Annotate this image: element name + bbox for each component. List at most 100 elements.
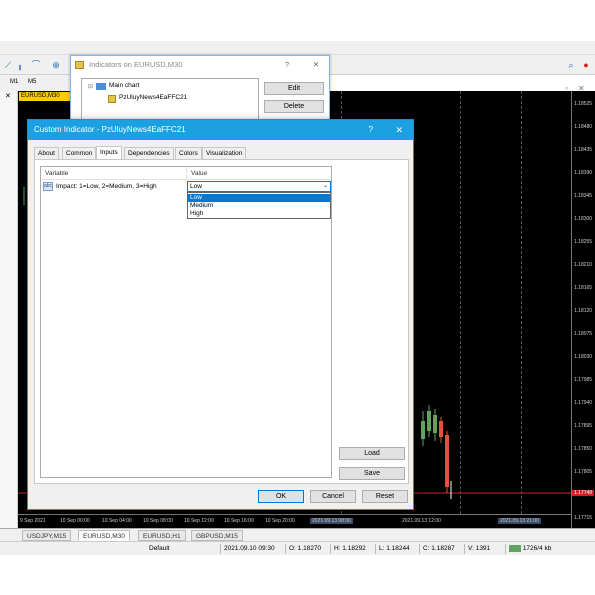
save-button[interactable]: Save xyxy=(339,467,405,480)
option-high[interactable]: High xyxy=(188,210,330,218)
indicators-icon xyxy=(75,61,84,69)
bar-chart-icon[interactable]: ╻ xyxy=(14,59,26,71)
timeframe-m5[interactable]: M5 xyxy=(28,79,36,85)
tab-visualization[interactable]: Visualization xyxy=(202,147,247,159)
chart-tabs: USDJPY,M15 EURUSD,M30 EURUSD,H1 GBPUSD,M… xyxy=(0,528,595,541)
status-high: H: 1.18292 xyxy=(330,544,366,554)
price-tick-label: 1.17940 xyxy=(574,400,593,406)
status-close: C: 1.18287 xyxy=(419,544,455,554)
grid-header: Variable Value xyxy=(41,167,331,180)
time-tick-label: 2021.09.13 21:00 xyxy=(498,518,541,524)
chart-icon[interactable]: ⟋ xyxy=(2,59,14,71)
tree-main-chart[interactable]: Main chart xyxy=(109,82,139,89)
reset-button[interactable]: Reset xyxy=(362,490,408,503)
status-open: O: 1.18270 xyxy=(285,544,321,554)
price-tick-label: 1.18075 xyxy=(574,331,593,337)
price-axis: 1.18525 1.18480 1.18435 1.18390 1.18345 1.183… xyxy=(571,91,595,528)
custom-indicator-title: Custom Indicator - PzUluyNews4EaFFC21 xyxy=(34,125,186,134)
column-value: Value xyxy=(191,170,208,177)
cancel-button[interactable]: Cancel xyxy=(310,490,356,503)
variable-name: Impact: 1=Low, 2=Medium, 3=High xyxy=(56,183,157,190)
inputs-grid: Variable Value abc Impact: 1=Low, 2=Medi… xyxy=(40,166,332,478)
timeframe-m1[interactable]: M1 xyxy=(10,79,18,85)
tab-dependencies[interactable]: Dependencies xyxy=(124,147,174,159)
price-tick-label: 1.18435 xyxy=(574,147,593,153)
main-chart-icon xyxy=(96,83,106,90)
tab-inputs[interactable]: Inputs xyxy=(96,146,122,159)
candle-body xyxy=(445,435,449,487)
inputs-panel: Variable Value abc Impact: 1=Low, 2=Medi… xyxy=(34,159,409,484)
tab-gbpusd-m15[interactable]: GBPUSD,M15 xyxy=(191,530,243,541)
zoom-icon[interactable]: ⊕ xyxy=(50,59,62,71)
time-tick-label: 10 Sep 12:00 xyxy=(184,518,214,524)
status-bar: Default 2021.09.10 09:30 O: 1.18270 H: 1… xyxy=(0,541,595,555)
price-tick-label: 1.17850 xyxy=(574,446,593,452)
price-tick-label: 1.17805 xyxy=(574,469,593,475)
price-tick-label: 1.17895 xyxy=(574,423,593,429)
time-tick-label: 10 Sep 00:00 xyxy=(60,518,90,524)
help-icon[interactable]: ? xyxy=(369,120,373,140)
price-tick-label: 1.18030 xyxy=(574,354,593,360)
price-tick-label: 1.18525 xyxy=(574,101,593,107)
time-tick-label: 10 Sep 16:00 xyxy=(224,518,254,524)
navigator-close-icon[interactable]: ✕ xyxy=(5,92,11,100)
indicators-title: Indicators on EURUSD,M30 xyxy=(89,60,183,69)
custom-indicator-dialog: Custom Indicator - PzUluyNews4EaFFC21 ? … xyxy=(27,119,414,510)
current-price-label: 1.17748 xyxy=(572,490,595,496)
time-tick-label: 10 Sep 08:00 xyxy=(143,518,173,524)
tab-common[interactable]: Common xyxy=(62,147,97,159)
price-tick-label: 1.18345 xyxy=(574,193,593,199)
tab-colors[interactable]: Colors xyxy=(175,147,202,159)
candle-group-bearish xyxy=(439,417,452,499)
tab-eurusd-h1[interactable]: EURUSD,H1 xyxy=(138,530,186,541)
option-low[interactable]: Low xyxy=(188,194,330,202)
line-chart-icon[interactable]: ⌒ xyxy=(30,59,42,71)
indicators-title-bar: Indicators on EURUSD,M30 ? ✕ xyxy=(71,56,329,74)
load-button[interactable]: Load xyxy=(339,447,405,460)
candle-body xyxy=(421,421,425,439)
edit-button[interactable]: Edit xyxy=(264,82,324,95)
time-tick-label: 9 Sep 2021 xyxy=(20,518,46,524)
price-tick-label: 1.18210 xyxy=(574,262,593,268)
string-type-icon: abc xyxy=(43,182,53,191)
screen: ▫ ✕ ⟋ ╻ ⌒ ⊕ ⌕ ● M1 M5 ✕ EURUSD,M30 1.185… xyxy=(0,0,595,595)
price-tick-label: 1.18480 xyxy=(574,124,593,130)
price-tick-label: 1.17985 xyxy=(574,377,593,383)
close-icon[interactable]: ✕ xyxy=(313,56,319,74)
help-icon[interactable]: ? xyxy=(285,56,289,74)
connection-bars-icon xyxy=(509,544,521,552)
candle-body xyxy=(433,415,437,433)
chevron-down-icon[interactable]: ⌄ xyxy=(323,182,328,191)
close-icon[interactable]: ✕ xyxy=(395,120,403,140)
candle-body xyxy=(427,411,431,431)
time-tick-label: 10 Sep 20:00 xyxy=(265,518,295,524)
price-tick-label: 1.18255 xyxy=(574,239,593,245)
delete-button[interactable]: Delete xyxy=(264,100,324,113)
price-tick-label: 1.18120 xyxy=(574,308,593,314)
indicator-icon xyxy=(108,95,116,103)
time-tick-label: 10 Sep 04:00 xyxy=(102,518,132,524)
status-profile: Default xyxy=(149,545,170,552)
price-tick-label: 1.18165 xyxy=(574,285,593,291)
collapse-icon[interactable]: ⊟ xyxy=(88,83,93,90)
ok-button[interactable]: OK xyxy=(258,490,304,503)
tree-indicator-item[interactable]: PzUluyNews4EaFFC21 xyxy=(119,94,187,101)
table-row[interactable]: abc Impact: 1=Low, 2=Medium, 3=High Low … xyxy=(41,181,331,192)
timeframe-toolbar: M1 M5 xyxy=(0,75,80,91)
time-axis: 9 Sep 2021 10 Sep 00:00 10 Sep 04:00 10 Sep… xyxy=(18,514,571,528)
navigator-strip: ✕ xyxy=(0,91,18,528)
traffic-text: 1726/4 kb xyxy=(522,545,552,552)
alert-icon[interactable]: ● xyxy=(580,59,592,71)
time-tick-label: 2021.09.13 12:00 xyxy=(402,518,441,524)
search-icon[interactable]: ⌕ xyxy=(565,59,577,71)
variable-cell: abc Impact: 1=Low, 2=Medium, 3=High xyxy=(43,181,186,192)
indicators-tree[interactable]: ⊟ Main chart PzUluyNews4EaFFC21 xyxy=(81,78,259,122)
tab-about[interactable]: About xyxy=(34,147,59,159)
column-variable: Variable xyxy=(41,167,187,180)
status-traffic: 1726/4 kb xyxy=(505,544,551,554)
option-medium[interactable]: Medium xyxy=(188,202,330,210)
price-tick-label: 1.17715 xyxy=(574,515,593,521)
value-select[interactable]: Low ⌄ xyxy=(187,181,331,192)
tab-usdjpy-m15[interactable]: USDJPY,M15 xyxy=(22,530,72,541)
tab-eurusd-m30[interactable]: EURUSD,M30 xyxy=(78,530,130,541)
